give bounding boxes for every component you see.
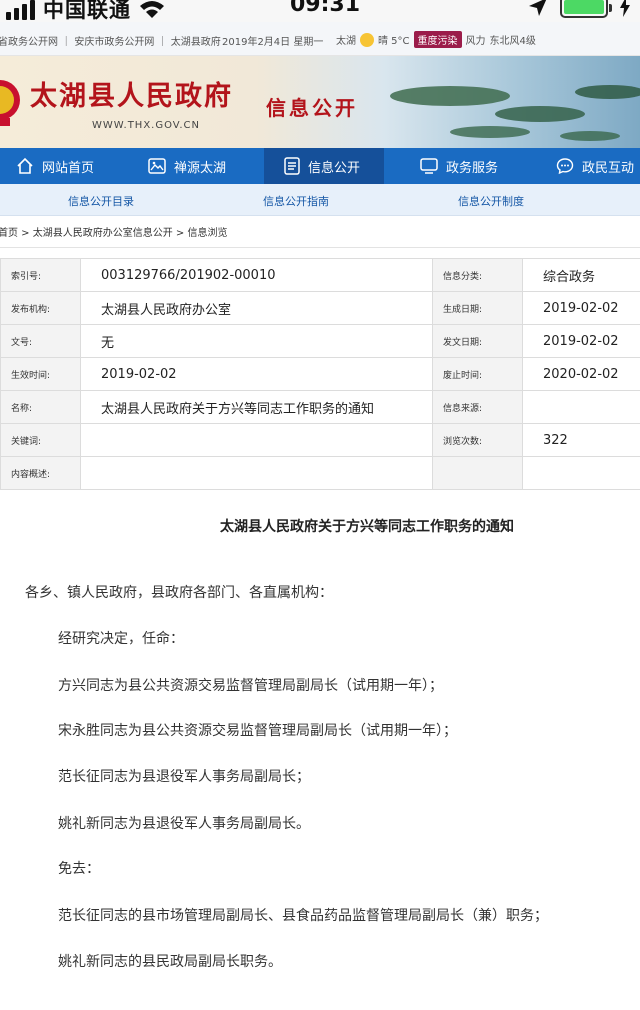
nav-item-interaction[interactable]: 政民互动 — [534, 148, 640, 184]
table-row: 索引号: 003129766/201902-00010 信息分类: 综合政务 — [0, 258, 640, 292]
subnav-item-directory[interactable]: 信息公开目录 — [68, 193, 134, 209]
subnav-item-guide[interactable]: 信息公开指南 — [263, 193, 329, 209]
status-bar: 中国联通 09:31 — [0, 0, 640, 22]
publisher-label: 发布机构: — [0, 291, 81, 325]
issued-label: 发文日期: — [432, 324, 523, 358]
table-row: 生效时间: 2019-02-02 废止时间: 2020-02-02 — [0, 357, 640, 391]
article-paragraph: 姚礼新同志为县退役军人事务局副局长。 — [58, 816, 310, 832]
name-value: 太湖县人民政府关于方兴等同志工作职务的通知 — [80, 390, 433, 424]
status-right — [528, 0, 630, 18]
lake-islands-image — [390, 85, 640, 141]
nav-item-chanyuan[interactable]: 禅源太湖 — [128, 148, 264, 184]
article-paragraph: 免去： — [58, 861, 100, 877]
national-emblem-icon — [0, 80, 20, 126]
article-paragraph: 姚礼新同志的县民政局副局长职务。 — [58, 954, 282, 970]
effective-value: 2019-02-02 — [80, 357, 433, 391]
nav-item-home[interactable]: 网站首页 — [0, 148, 128, 184]
wind-value: 东北风4级 — [489, 36, 536, 47]
category-value: 综合政务 — [522, 258, 640, 292]
category-label: 信息分类: — [432, 258, 523, 292]
carrier-name: 中国联通 — [43, 0, 131, 22]
nav-item-info[interactable]: 信息公开 — [264, 148, 384, 184]
summary-value — [80, 456, 433, 490]
external-links[interactable]: 省政务公开网 ｜ 安庆市政务公开网 ｜ 太湖县政府 — [0, 33, 221, 48]
docno-label: 文号: — [0, 324, 81, 358]
table-row: 关键词: 浏览次数: 322 — [0, 423, 640, 457]
wifi-icon — [140, 1, 164, 18]
expiry-value: 2020-02-02 — [522, 357, 640, 391]
nav-item-services[interactable]: 政务服务 — [384, 148, 534, 184]
status-left: 中国联通 — [6, 0, 165, 22]
image-icon — [148, 158, 166, 174]
index-label: 索引号: — [0, 258, 81, 292]
monitor-icon — [420, 158, 438, 174]
battery-icon — [560, 0, 612, 18]
charging-icon — [620, 0, 630, 17]
location-arrow-icon — [529, 0, 547, 16]
expiry-label: 废止时间: — [432, 357, 523, 391]
article-paragraph: 范长征同志的县市场管理局副局长、县食品药品监督管理局副局长（兼）职务； — [58, 908, 548, 924]
wind-label: 风力 — [465, 36, 486, 47]
table-row: 名称: 太湖县人民政府关于方兴等同志工作职务的通知 信息来源: — [0, 390, 640, 424]
document-icon — [284, 157, 300, 175]
chat-icon — [556, 158, 574, 175]
nav-item-label: 政务服务 — [446, 160, 499, 176]
article-paragraph: 宋永胜同志为县公共资源交易监督管理局副局长（试用期一年）； — [58, 723, 457, 739]
top-links-bar: 省政务公开网 ｜ 安庆市政务公开网 ｜ 太湖县政府 2019年2月4日 星期一 … — [0, 22, 640, 56]
views-label: 浏览次数: — [432, 423, 523, 457]
section-title: 信息公开 — [266, 96, 358, 120]
table-row: 文号: 无 发文日期: 2019-02-02 — [0, 324, 640, 358]
effective-label: 生效时间: — [0, 357, 81, 391]
empty-cell — [432, 456, 523, 490]
weather-desc: 晴 5°C — [378, 36, 410, 47]
info-meta-table: 索引号: 003129766/201902-00010 信息分类: 综合政务 发… — [0, 258, 640, 490]
signal-icon — [6, 0, 35, 20]
pollution-badge: 重度污染 — [413, 31, 462, 48]
docno-value: 无 — [80, 324, 433, 358]
site-title[interactable]: 太湖县人民政府 — [30, 74, 233, 113]
issued-value: 2019-02-02 — [522, 324, 640, 358]
created-label: 生成日期: — [432, 291, 523, 325]
article-paragraph: 方兴同志为县公共资源交易监督管理局副局长（试用期一年）； — [58, 678, 443, 694]
site-banner: 太湖县人民政府 WWW.THX.GOV.CN 信息公开 — [0, 56, 640, 148]
sub-nav: 信息公开目录 信息公开指南 信息公开制度 — [0, 184, 640, 216]
article-title: 太湖县人民政府关于方兴等同志工作职务的通知 — [220, 519, 514, 535]
breadcrumb[interactable]: 首页 > 太湖县人民政府办公室信息公开 > 信息浏览 — [0, 224, 227, 239]
article-paragraph: 范长征同志为县退役军人事务局副局长； — [58, 769, 310, 785]
home-icon — [17, 157, 33, 174]
article-salutation: 各乡、镇人民政府，县政府各部门、各直属机构： — [25, 585, 333, 601]
index-value: 003129766/201902-00010 — [80, 258, 433, 292]
table-row: 内容概述: — [0, 456, 640, 490]
nav-item-label: 政民互动 — [582, 160, 635, 176]
sun-icon — [360, 32, 374, 47]
nav-item-label: 禅源太湖 — [174, 160, 227, 176]
keywords-label: 关键词: — [0, 423, 81, 457]
article-paragraph: 经研究决定，任命： — [58, 631, 184, 647]
subnav-item-rules[interactable]: 信息公开制度 — [458, 193, 524, 209]
main-nav: 网站首页 禅源太湖 信息公开 政务服务 政民互动 — [0, 148, 640, 184]
name-label: 名称: — [0, 390, 81, 424]
summary-label: 内容概述: — [0, 456, 81, 490]
weather-widget: 太湖 晴 5°C 重度污染 风力 东北风4级 — [336, 31, 536, 48]
keywords-value — [80, 423, 433, 457]
status-time: 09:31 — [290, 0, 361, 17]
nav-item-label: 网站首页 — [42, 160, 95, 176]
site-url: WWW.THX.GOV.CN — [92, 120, 200, 131]
source-label: 信息来源: — [432, 390, 523, 424]
divider — [0, 247, 640, 248]
nav-item-label: 信息公开 — [308, 160, 361, 176]
weather-city: 太湖 — [336, 36, 356, 47]
empty-cell — [522, 456, 640, 490]
created-value: 2019-02-02 — [522, 291, 640, 325]
source-value — [522, 390, 640, 424]
publisher-value: 太湖县人民政府办公室 — [80, 291, 433, 325]
views-value: 322 — [522, 423, 640, 457]
current-date: 2019年2月4日 星期一 — [222, 37, 324, 48]
table-row: 发布机构: 太湖县人民政府办公室 生成日期: 2019-02-02 — [0, 291, 640, 325]
